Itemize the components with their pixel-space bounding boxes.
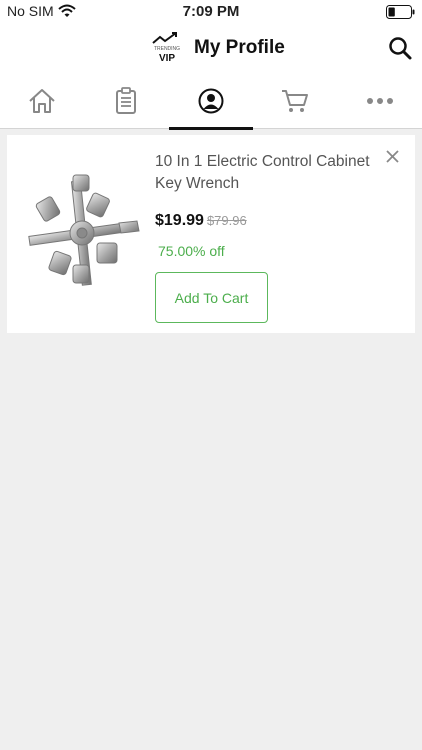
cart-icon [282,89,308,112]
user-circle-icon [198,88,224,113]
logo-text-top: TRENDING [154,46,180,52]
tab-bar [0,72,422,130]
battery-icon [386,5,415,19]
tab-cart[interactable] [253,72,337,129]
search-icon[interactable] [386,34,414,62]
product-card[interactable]: 10 In 1 Electric Control Cabinet Key Wre… [7,135,415,333]
tab-orders[interactable] [84,72,168,129]
add-to-cart-button[interactable]: Add To Cart [155,272,268,323]
product-name[interactable]: 10 In 1 Electric Control Cabinet Key Wre… [155,151,385,195]
logo-text-bottom: VIP [159,53,175,64]
tab-home[interactable] [0,72,84,129]
price-current: $19.99 [155,212,204,229]
discount-label: 75.00% off [158,243,225,259]
status-bar: No SIM 7:09 PM [0,0,422,24]
more-dots-icon [367,97,393,104]
price-row: $19.99 $79.96 [155,212,247,230]
key-wrench-image[interactable] [21,171,143,297]
tab-more[interactable] [338,72,422,129]
trending-vip-logo[interactable]: TRENDING VIP [149,32,185,64]
app-header: TRENDING VIP My Profile [0,24,422,72]
close-icon[interactable] [385,149,401,165]
price-original: $79.96 [206,213,247,228]
tab-profile[interactable] [169,72,253,130]
page-title: My Profile [194,37,285,58]
home-icon [29,88,55,113]
clipboard-icon [116,86,136,114]
status-time: 7:09 PM [182,3,240,20]
